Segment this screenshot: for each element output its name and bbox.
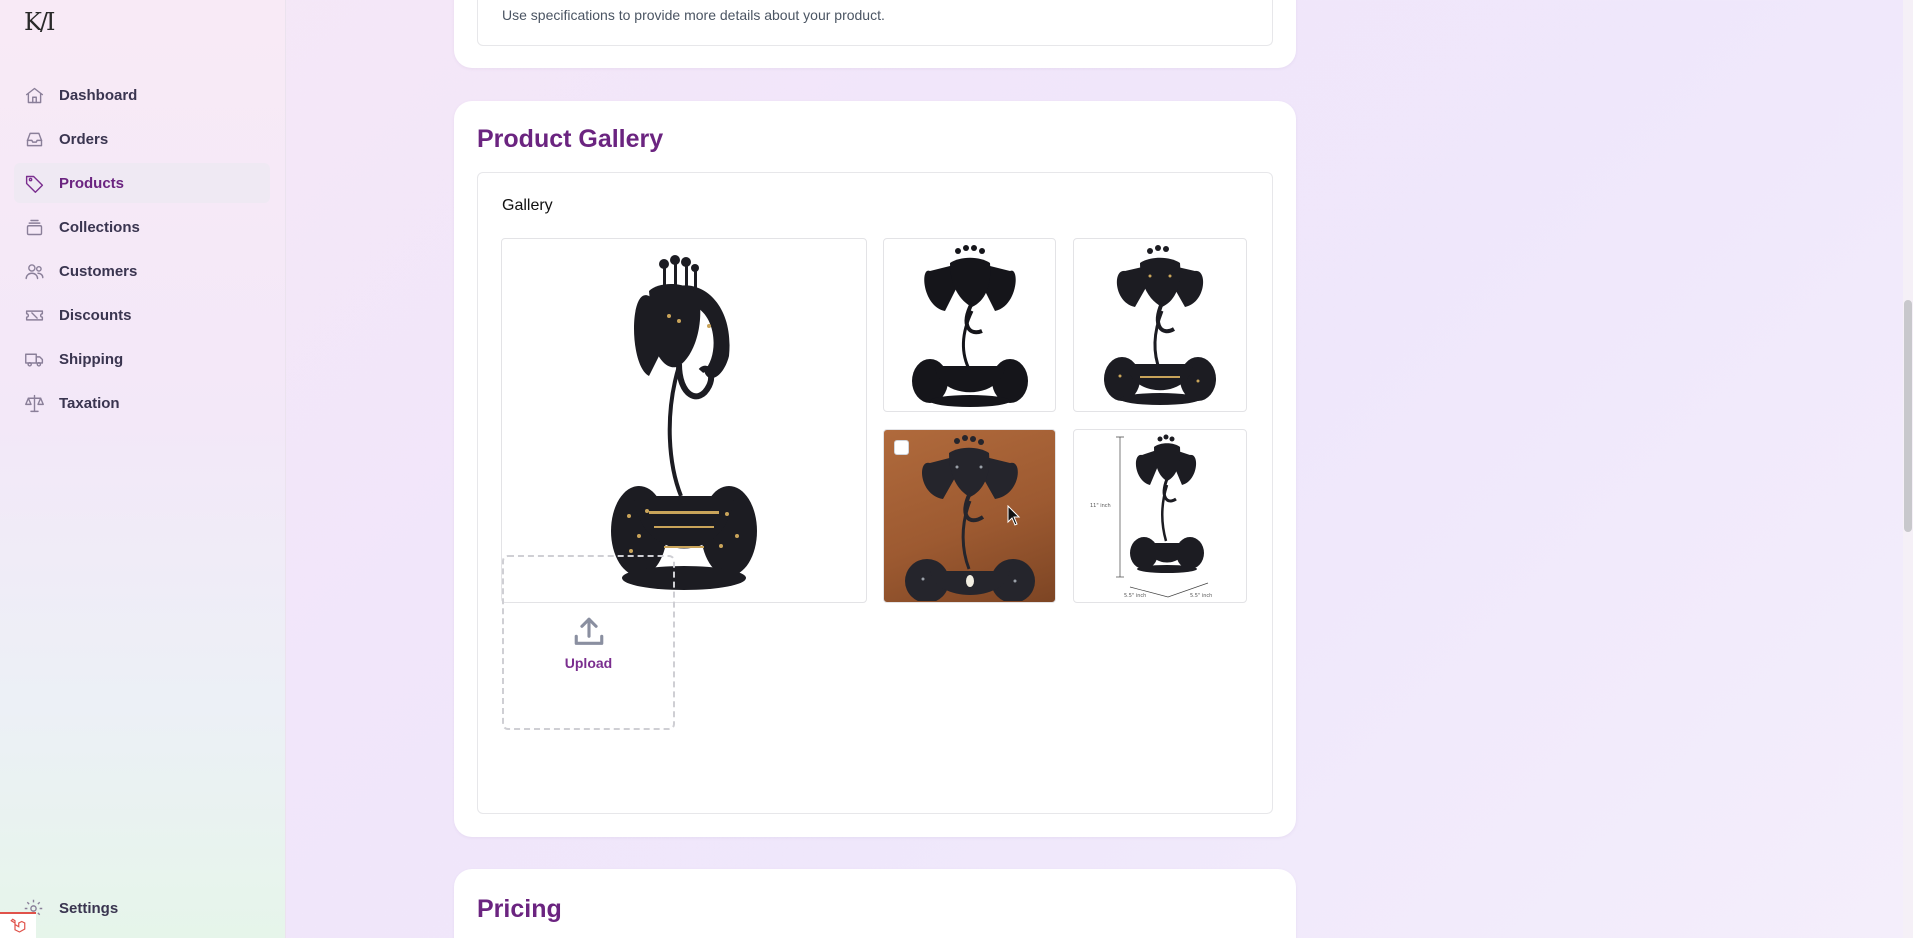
sidebar-item-settings[interactable]: Settings xyxy=(14,888,270,928)
elephant-candle-holder-image xyxy=(911,245,1028,407)
sidebar-item-orders[interactable]: Orders xyxy=(14,119,270,159)
gallery-image-thumb[interactable]: 11" inch 5.5" inch 5.5" inch xyxy=(1073,429,1247,603)
inbox-icon xyxy=(23,128,45,150)
product-gallery-card: Product Gallery Gallery 11" inch 5.5" in… xyxy=(454,101,1296,837)
gallery-image-thumb[interactable] xyxy=(1073,238,1247,412)
dimension-label-height: 11" inch xyxy=(1090,503,1111,509)
elephant-candle-holder-image xyxy=(904,435,1035,601)
specifications-box: Use specifications to provide more detai… xyxy=(477,0,1273,46)
gallery-box: Gallery 11" inch 5.5" inch 5.5" inch Upl… xyxy=(477,172,1273,814)
specifications-card: Use specifications to provide more detai… xyxy=(454,0,1296,68)
settings-label: Settings xyxy=(59,899,119,917)
sidebar-item-collections[interactable]: Collections xyxy=(14,207,270,247)
mouse-cursor-icon xyxy=(1007,505,1021,526)
debugbar-toggle[interactable] xyxy=(0,912,36,938)
home-icon xyxy=(23,84,45,106)
gallery-label: Gallery xyxy=(502,197,553,214)
sidebar-item-shipping[interactable]: Shipping xyxy=(14,339,270,379)
sidebar-item-taxation[interactable]: Taxation xyxy=(14,383,270,423)
sidebar-nav: Dashboard Orders Products Collections Cu… xyxy=(14,75,270,427)
pricing-card: Pricing xyxy=(454,869,1296,938)
gallery-image-thumb[interactable] xyxy=(883,429,1056,603)
sidebar-item-discounts[interactable]: Discounts xyxy=(14,295,270,335)
sidebar-item-label: Orders xyxy=(59,130,109,148)
stack-icon xyxy=(23,216,45,238)
sidebar-item-label: Customers xyxy=(59,262,138,280)
elephant-candle-holder-image xyxy=(1104,245,1216,405)
sidebar-item-label: Shipping xyxy=(59,350,124,368)
sidebar-item-customers[interactable]: Customers xyxy=(14,251,270,291)
section-title: Pricing xyxy=(477,895,562,923)
sidebar-item-products[interactable]: Products xyxy=(14,163,270,203)
sidebar: K/I Dashboard Orders Products Collection… xyxy=(0,0,286,938)
logo[interactable]: K/I xyxy=(24,8,55,36)
gallery-image-thumb[interactable] xyxy=(883,238,1056,412)
sidebar-item-label: Dashboard xyxy=(59,86,138,104)
scrollbar-thumb[interactable] xyxy=(1904,300,1912,532)
section-title: Product Gallery xyxy=(477,125,664,153)
upload-icon xyxy=(574,617,603,645)
sidebar-item-label: Discounts xyxy=(59,306,132,324)
laravel-icon xyxy=(10,918,26,933)
elephant-candle-holder-image xyxy=(611,254,757,590)
tag-icon xyxy=(23,172,45,194)
upload-button[interactable]: Upload xyxy=(502,555,675,730)
sidebar-item-label: Collections xyxy=(59,218,140,236)
dimension-label-depth: 5.5" inch xyxy=(1190,593,1212,599)
sidebar-item-label: Taxation xyxy=(59,394,120,412)
specifications-hint: Use specifications to provide more detai… xyxy=(502,7,885,23)
elephant-candle-holder-image: 11" inch 5.5" inch 5.5" inch xyxy=(1090,434,1212,599)
truck-icon xyxy=(23,348,45,370)
sidebar-item-dashboard[interactable]: Dashboard xyxy=(14,75,270,115)
gallery-image-main[interactable] xyxy=(501,238,867,603)
users-icon xyxy=(23,260,45,282)
sidebar-item-label: Products xyxy=(59,174,125,192)
scale-icon xyxy=(23,392,45,414)
ticket-icon xyxy=(23,304,45,326)
select-image-checkbox[interactable] xyxy=(894,440,909,455)
upload-label: Upload xyxy=(564,654,613,671)
dimension-label-width: 5.5" inch xyxy=(1124,593,1146,599)
page-scrollbar[interactable] xyxy=(1903,0,1913,938)
